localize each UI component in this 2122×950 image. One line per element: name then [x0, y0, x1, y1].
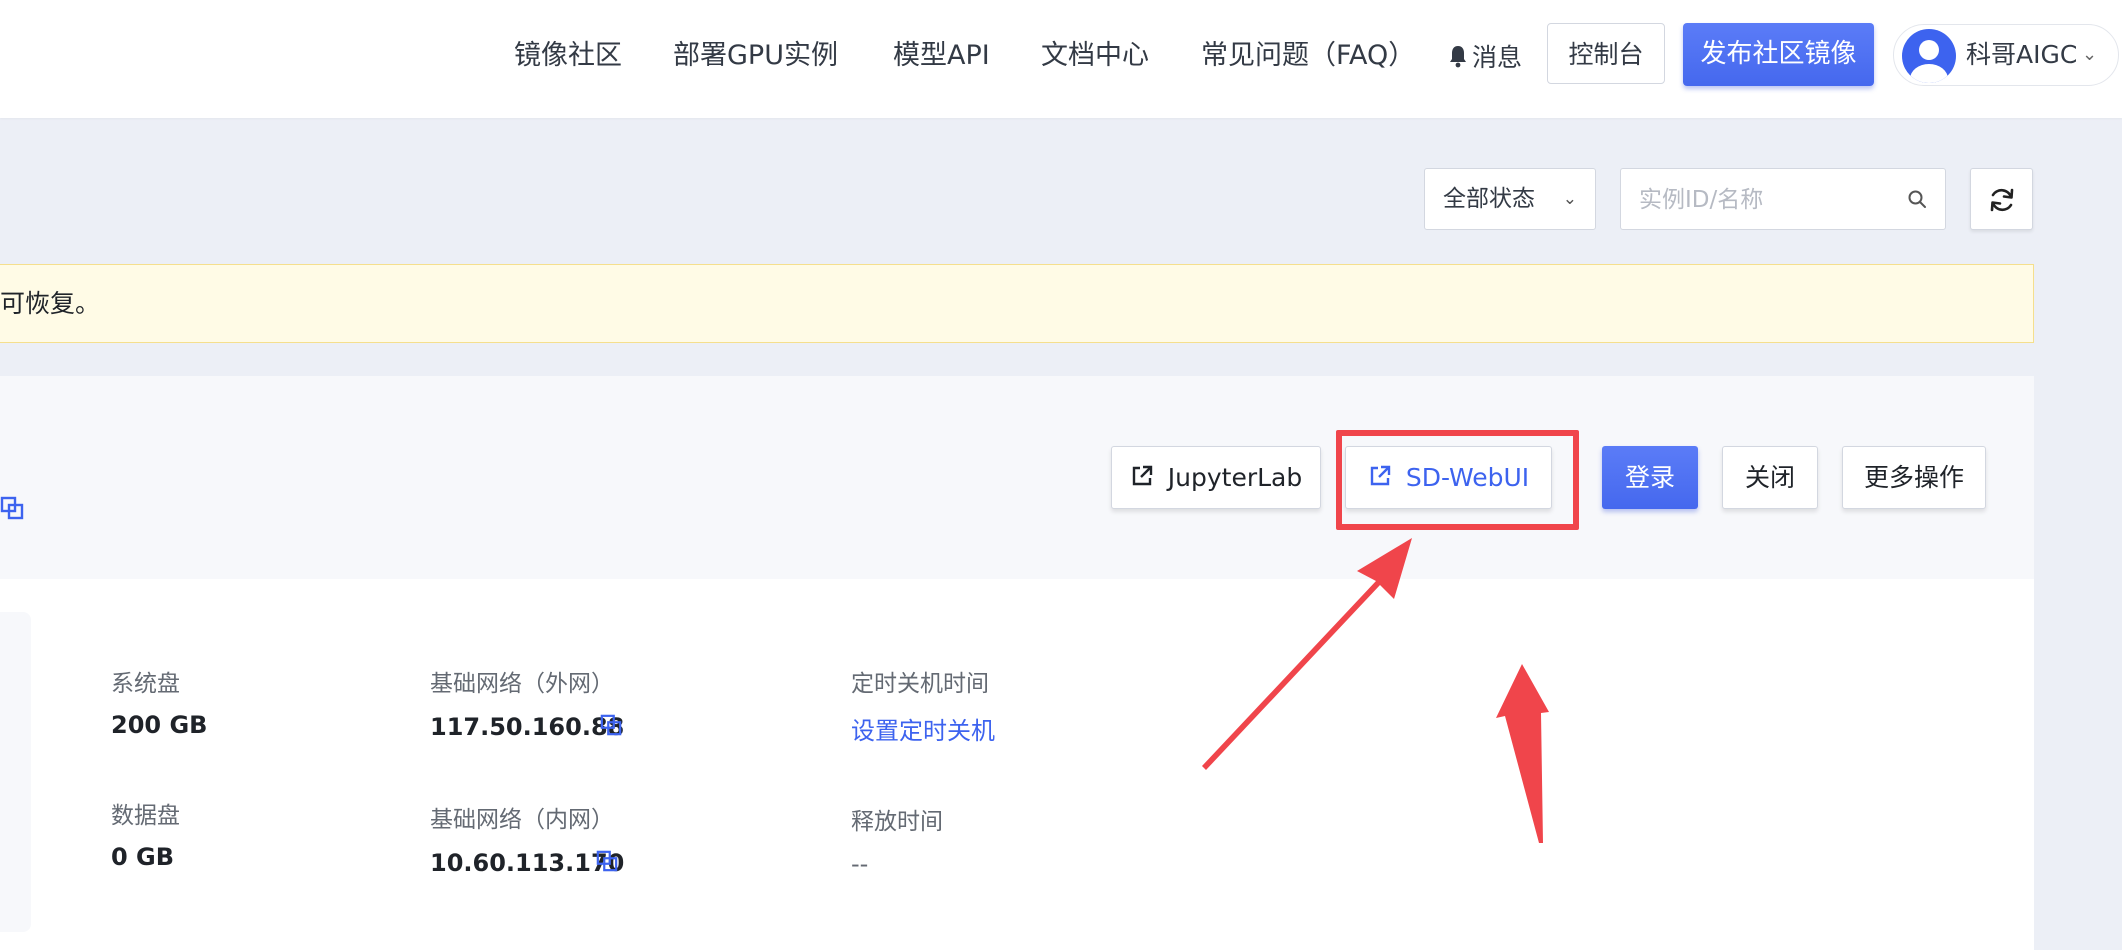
annotation-arrows — [1202, 538, 1549, 843]
annotation-arrow-diagonal — [1202, 538, 1412, 770]
annotation-arrow-vertical — [1496, 664, 1549, 843]
